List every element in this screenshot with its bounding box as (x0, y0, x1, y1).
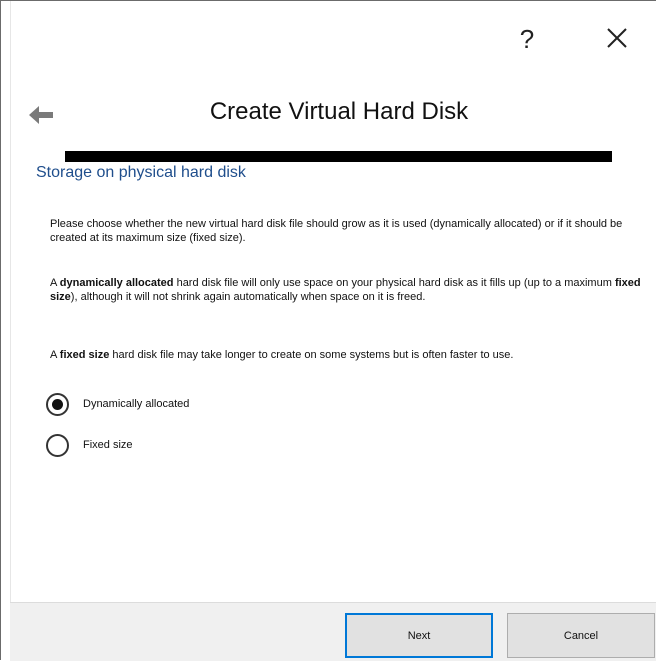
radio-fixed-size[interactable]: Fixed size (46, 431, 133, 459)
back-button[interactable] (25, 101, 59, 129)
radio-dynamically-allocated[interactable]: Dynamically allocated (46, 390, 189, 418)
close-icon (607, 28, 627, 48)
p2-middle: hard disk file will only use space on yo… (173, 277, 615, 289)
cancel-button[interactable]: Cancel (507, 613, 655, 658)
p3-prefix: A (50, 349, 60, 361)
description-paragraph-2: A dynamically allocated hard disk file w… (50, 276, 645, 304)
window-edge (1, 1, 11, 661)
help-button[interactable]: ? (511, 21, 543, 57)
description-paragraph-1: Please choose whether the new virtual ha… (50, 218, 623, 244)
p2-prefix: A (50, 277, 60, 289)
redaction-bar (65, 151, 612, 162)
radio-fixed-indicator[interactable] (46, 433, 69, 457)
radio-dynamic-label[interactable]: Dynamically allocated (83, 398, 189, 410)
dialog-window: ? Create Virtual Hard Disk Storage on ph… (0, 0, 656, 661)
section-title: Storage on physical hard disk (36, 164, 246, 181)
p3-bold-fixed: fixed size (59, 349, 110, 361)
dialog-title: Create Virtual Hard Disk (209, 98, 469, 125)
radio-dynamic-indicator[interactable] (46, 392, 69, 416)
p2-bold-dynamic: dynamically allocated (59, 277, 174, 289)
radio-fixed-label[interactable]: Fixed size (83, 439, 133, 451)
p2-suffix: ), although it will not shrink again aut… (70, 291, 426, 303)
next-button[interactable]: Next (345, 613, 493, 658)
description-paragraph-3: A fixed size hard disk file may take lon… (50, 348, 645, 362)
close-button[interactable] (599, 23, 635, 55)
p3-suffix: hard disk file may take longer to create… (109, 349, 514, 361)
back-arrow-icon (29, 106, 53, 124)
